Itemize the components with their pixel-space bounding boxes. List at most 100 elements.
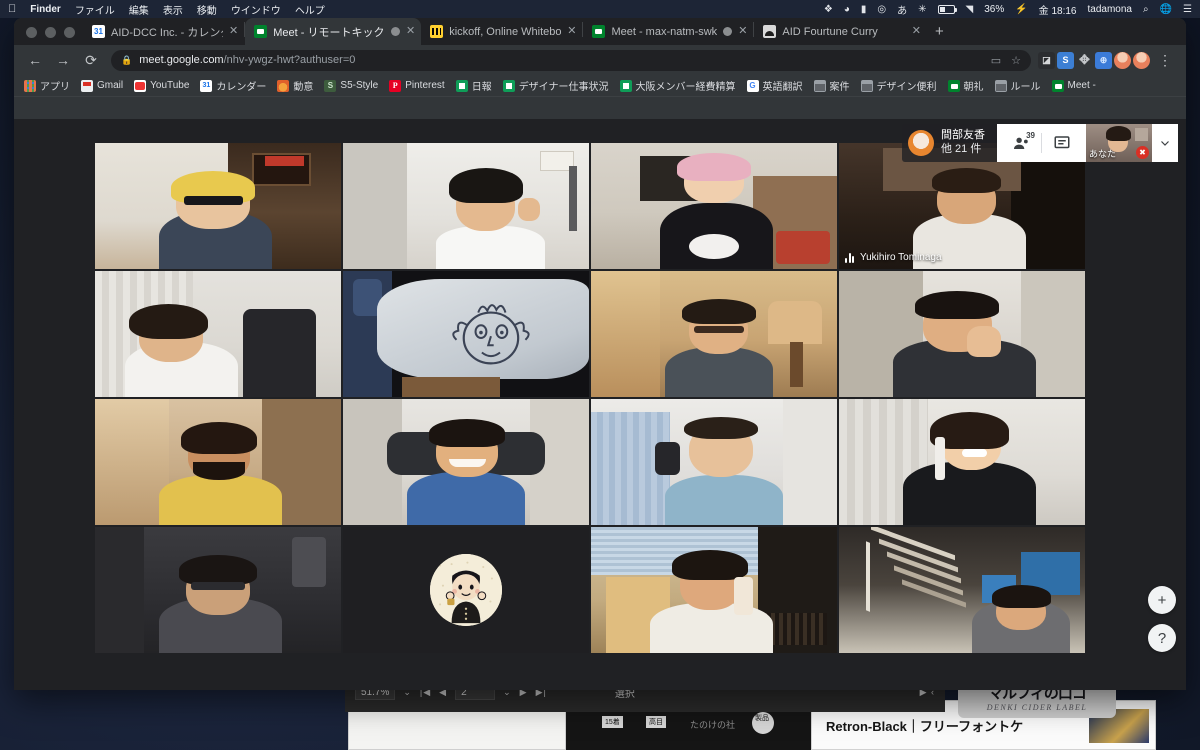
video-tile[interactable] — [839, 399, 1085, 525]
close-tab-icon[interactable]: ✕ — [406, 26, 415, 37]
menu-window[interactable]: ウインドウ — [231, 2, 281, 17]
omnibox-path: /nhv-ywgz-hwt?authuser=0 — [223, 54, 356, 66]
menu-view[interactable]: 表示 — [163, 2, 183, 17]
battery-icon[interactable] — [937, 4, 957, 14]
bookmark-doui[interactable]: 動意 — [277, 78, 313, 93]
video-tile[interactable] — [95, 399, 341, 525]
google-meet-icon — [254, 25, 268, 38]
bookmark-calendar[interactable]: カレンダー — [200, 78, 266, 93]
bluetooth-icon[interactable]: ✳ — [918, 4, 926, 15]
compass-icon[interactable]: ◎ — [877, 4, 886, 15]
bookmark-gmail[interactable]: Gmail — [81, 79, 123, 92]
bookmark-english-translate[interactable]: 英語翻訳 — [746, 78, 803, 93]
address-bar[interactable]: 🔒 meet.google.com/nhv-ywgz-hwt?authuser=… — [111, 49, 1031, 71]
bookmark-osaka-expense[interactable]: 大阪メンバー経費精算 — [619, 78, 736, 93]
video-tile[interactable] — [591, 399, 837, 525]
people-button[interactable]: 39 — [1001, 124, 1041, 162]
meet-action-bar: 39 — [997, 124, 1086, 162]
globe-icon[interactable]: 🌐 — [1160, 4, 1172, 15]
video-tile-avatar[interactable] — [343, 527, 589, 653]
bookmark-star-icon[interactable]: ☆ — [1011, 54, 1021, 67]
bookmark-label: 日報 — [471, 82, 492, 93]
dropbox-icon[interactable]: ❖ — [824, 4, 833, 15]
wifi-icon[interactable]: ◥ — [966, 4, 974, 15]
scribd-extension-icon[interactable]: S — [1057, 51, 1074, 69]
video-tile[interactable] — [95, 527, 341, 653]
bookmark-anken[interactable]: 案件 — [813, 78, 850, 93]
forward-button[interactable]: → — [50, 47, 76, 73]
video-tile[interactable] — [591, 527, 837, 653]
tab-audio-indicator-icon[interactable] — [723, 27, 733, 36]
video-tile[interactable] — [591, 271, 837, 397]
menu-help[interactable]: ヘルプ — [295, 2, 325, 17]
help-button[interactable]: ? — [1148, 624, 1176, 652]
tab-miro-kickoff[interactable]: kickoff, Online Whiteboard for ✕ — [421, 18, 582, 45]
close-tab-icon[interactable]: ✕ — [567, 26, 576, 37]
back-button[interactable]: ← — [22, 47, 48, 73]
profile-avatar-1[interactable] — [1114, 51, 1131, 69]
tab-meet-max-natm-swk[interactable]: Meet - max-natm-swk ✕ — [583, 18, 753, 45]
bookmark-label: デザイン便利 — [876, 82, 937, 93]
window-traffic-lights[interactable] — [22, 27, 83, 45]
menu-go[interactable]: 移動 — [197, 2, 217, 17]
video-tile[interactable] — [95, 271, 341, 397]
screenshot-extension-icon[interactable]: ◪ — [1038, 51, 1055, 69]
tab-aid-fourtune-curry[interactable]: AID Fourtune Curry ✕ — [754, 18, 927, 45]
bookmark-nippou[interactable]: 日報 — [455, 78, 492, 93]
profile-avatar-2[interactable] — [1133, 51, 1150, 69]
video-tile[interactable] — [839, 271, 1085, 397]
bookmark-s5style[interactable]: S S5-Style — [324, 79, 378, 92]
video-tile[interactable] — [591, 143, 837, 269]
apple-logo-icon[interactable]:  — [8, 3, 16, 15]
bookmark-apps[interactable]: アプリ — [24, 78, 70, 93]
bookmark-youtube[interactable]: YouTube — [134, 79, 189, 92]
maximize-window-button[interactable] — [64, 27, 75, 38]
cast-icon[interactable]: ▭ — [991, 54, 1001, 67]
video-tile[interactable] — [839, 527, 1085, 653]
bookmark-label: 案件 — [829, 82, 850, 93]
collapse-selfview-button[interactable] — [1152, 124, 1178, 162]
menu-clock[interactable]: 金 18:16 — [1039, 2, 1077, 17]
puzzle-extension-icon[interactable]: ✥ — [1076, 52, 1093, 69]
menu-username[interactable]: tadamona — [1087, 4, 1131, 15]
chat-icon — [1054, 136, 1070, 149]
chrome-menu-icon[interactable]: ⋮ — [1152, 47, 1178, 73]
tab-calendar[interactable]: AID-DCC Inc. - カレンダー - 202 ✕ — [83, 18, 244, 45]
video-tile[interactable] — [343, 271, 589, 397]
bookmark-pinterest[interactable]: P Pinterest — [389, 79, 445, 92]
reload-button[interactable]: ⟳ — [78, 47, 104, 73]
menu-edit[interactable]: 編集 — [129, 2, 149, 17]
translate-extension-icon[interactable]: ⊕ — [1095, 51, 1112, 69]
self-view-thumbnail[interactable]: あなた ✖ — [1086, 124, 1152, 162]
close-tab-icon[interactable]: ✕ — [229, 26, 238, 37]
bookmarks-bar: アプリ Gmail YouTube カレンダー 動意 SS5-Style PPi… — [14, 75, 1186, 97]
new-tab-button[interactable]: + — [927, 24, 952, 45]
menu-finder[interactable]: Finder — [30, 4, 61, 15]
presenter-chip[interactable]: 間部友香 他 21 件 — [902, 124, 997, 162]
video-tile[interactable] — [95, 143, 341, 269]
macos-menu-bar:  Finder ファイル 編集 表示 移動 ウインドウ ヘルプ ❖ ◕ ▮ ◎… — [0, 0, 1200, 18]
bookmark-design-benri[interactable]: デザイン便利 — [860, 78, 937, 93]
japanese-ime-icon[interactable]: あ — [897, 2, 907, 17]
bookmark-chourei[interactable]: 朝礼 — [947, 78, 984, 93]
bookmark-rule[interactable]: ルール — [994, 78, 1041, 93]
close-tab-icon[interactable]: ✕ — [912, 26, 921, 37]
video-tile[interactable] — [343, 399, 589, 525]
tab-audio-indicator-icon[interactable] — [391, 27, 400, 36]
keyboard-input-icon[interactable]: ▮ — [861, 4, 867, 15]
chat-button[interactable] — [1042, 124, 1082, 162]
color-picker-icon[interactable]: ◕ — [844, 4, 850, 15]
menu-file[interactable]: ファイル — [75, 2, 115, 17]
close-tab-icon[interactable]: ✕ — [738, 26, 747, 37]
video-tile[interactable] — [343, 143, 589, 269]
folder-icon — [860, 79, 873, 92]
tab-meet-remote-kickoff[interactable]: Meet - リモートキックオフ ✕ — [245, 18, 422, 45]
minimize-window-button[interactable] — [45, 27, 56, 38]
bookmark-meet[interactable]: Meet - — [1051, 79, 1096, 92]
youtube-icon — [134, 79, 147, 92]
notification-center-icon[interactable]: ☰ — [1183, 4, 1192, 15]
add-people-button[interactable]: + — [1148, 586, 1176, 614]
spotlight-search-icon[interactable]: ⌕ — [1143, 4, 1149, 15]
close-window-button[interactable] — [26, 27, 37, 38]
bookmark-designer-status[interactable]: デザイナー仕事状況 — [502, 78, 609, 93]
